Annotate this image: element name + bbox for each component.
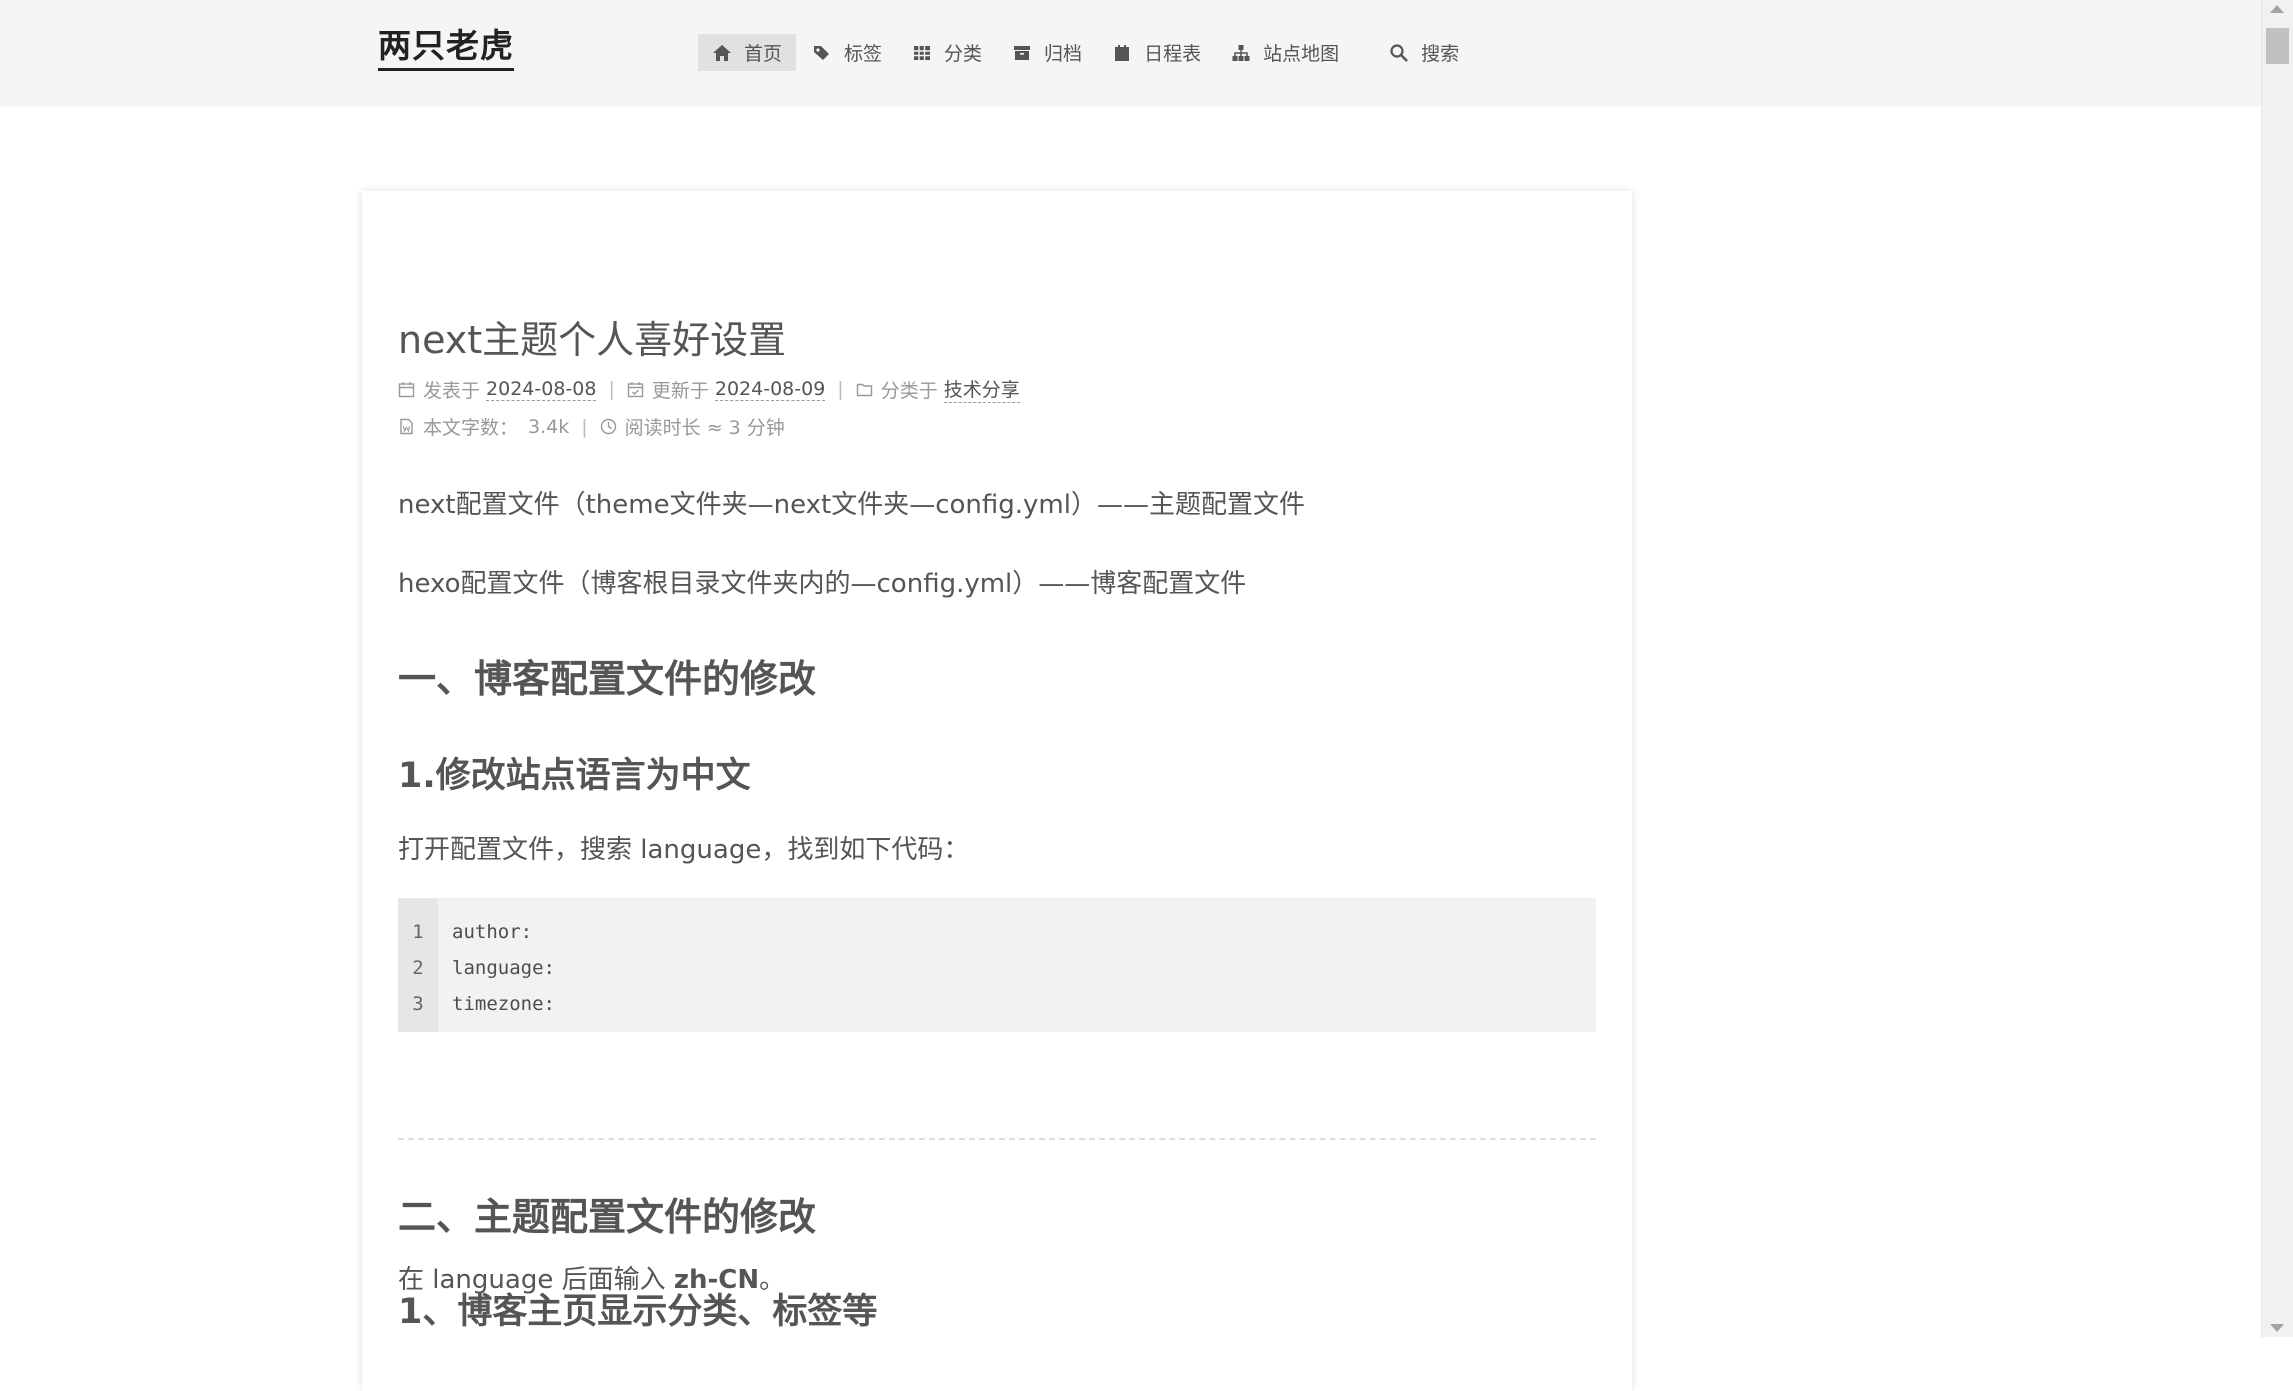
post-meta-dates: 发表于 2024-08-08 | 更新于 2024-08-09 | 分类于 技术… xyxy=(398,375,1020,403)
nav-label-home: 首页 xyxy=(744,43,783,65)
heading-homepage-categories: 1、博客主页显示分类、标签等 xyxy=(398,1292,878,1332)
th-icon xyxy=(912,43,932,63)
line-number: 2 xyxy=(412,957,424,979)
meta-separator: | xyxy=(581,415,588,438)
code-lines: author: language: timezone: xyxy=(438,898,555,1032)
scroll-thumb[interactable] xyxy=(2266,28,2289,64)
code-gutter: 1 2 3 xyxy=(398,898,438,1032)
folder-icon xyxy=(856,381,873,398)
paragraph-open-config: 打开配置文件，搜索 language，找到如下代码： xyxy=(398,835,970,865)
section-divider xyxy=(398,1138,1596,1140)
readtime-label: 阅读时长 ≈ xyxy=(624,417,723,439)
meta-separator: | xyxy=(608,378,615,400)
wordcount-value: 3.4k xyxy=(528,415,570,438)
nav-item-archives[interactable]: 归档 xyxy=(998,34,1096,71)
heading-blog-config: 一、博客配置文件的修改 xyxy=(398,657,817,701)
nav-item-home[interactable]: 首页 xyxy=(698,34,797,71)
line-number: 1 xyxy=(412,921,424,943)
category-label: 分类于 xyxy=(880,379,938,402)
site-header: 两只老虎 首页 标签 分类 归档 日程表 站点地图 搜索 xyxy=(0,0,2262,107)
sitemap-icon xyxy=(1231,43,1251,63)
line-number: 3 xyxy=(412,993,424,1015)
updated-label: 更新于 xyxy=(651,379,709,402)
heading-theme-config: 二、主题配置文件的修改 xyxy=(398,1195,817,1239)
post-card: next主题个人喜好设置 发表于 2024-08-08 | 更新于 2024-0… xyxy=(362,191,1632,1391)
main-nav: 首页 标签 分类 归档 日程表 站点地图 搜索 xyxy=(698,34,1475,71)
nav-label-schedule: 日程表 xyxy=(1144,43,1202,65)
posted-date[interactable]: 2024-08-08 xyxy=(486,378,597,401)
paragraph-next-config: next配置文件（theme文件夹—next文件夹—config.yml）——主… xyxy=(398,490,1305,520)
nav-item-search[interactable]: 搜索 xyxy=(1375,34,1473,71)
updated-date[interactable]: 2024-08-09 xyxy=(714,378,826,401)
wordcount-label: 本文字数： xyxy=(423,417,519,439)
category-link[interactable]: 技术分享 xyxy=(943,375,1020,403)
nav-label-tags: 标签 xyxy=(844,43,883,65)
nav-item-schedule[interactable]: 日程表 xyxy=(1098,34,1215,71)
readtime-value: 3 分钟 xyxy=(728,417,785,439)
nav-label-archives: 归档 xyxy=(1044,43,1083,65)
meta-separator: | xyxy=(837,378,844,400)
code-line: author: xyxy=(452,921,533,943)
paragraph-hexo-config: hexo配置文件（博客根目录文件夹内的—config.yml）——博客配置文件 xyxy=(398,569,1247,599)
site-title[interactable]: 两只老虎 xyxy=(378,27,514,72)
nav-label-sitemap: 站点地图 xyxy=(1263,43,1340,65)
nav-label-categories: 分类 xyxy=(944,43,983,65)
post-meta-stats: 本文字数： 3.4k | 阅读时长 ≈ 3 分钟 xyxy=(398,413,785,440)
post-title[interactable]: next主题个人喜好设置 xyxy=(398,309,786,364)
search-icon xyxy=(1389,43,1409,63)
nav-label-search: 搜索 xyxy=(1421,43,1460,65)
file-word-icon xyxy=(398,418,415,435)
nav-item-sitemap[interactable]: 站点地图 xyxy=(1217,34,1353,71)
scroll-down-arrow[interactable] xyxy=(2270,1324,2284,1332)
nav-item-categories[interactable]: 分类 xyxy=(898,34,996,71)
code-line: timezone: xyxy=(452,993,555,1015)
archive-icon xyxy=(1012,43,1032,63)
calendar-check-icon xyxy=(627,381,644,398)
posted-label: 发表于 xyxy=(423,379,481,402)
heading-site-language: 1.修改站点语言为中文 xyxy=(398,756,751,796)
home-icon xyxy=(712,43,732,63)
scroll-up-arrow[interactable] xyxy=(2270,5,2284,13)
tags-icon xyxy=(812,43,832,63)
code-block: 1 2 3 author: language: timezone: xyxy=(398,898,1596,1032)
nav-item-tags[interactable]: 标签 xyxy=(798,34,896,71)
calendar-icon xyxy=(1112,43,1132,63)
clock-icon xyxy=(600,418,617,435)
page-scrollbar[interactable] xyxy=(2261,0,2293,1337)
calendar-outline-icon xyxy=(398,381,415,398)
code-line: language: xyxy=(452,957,555,979)
